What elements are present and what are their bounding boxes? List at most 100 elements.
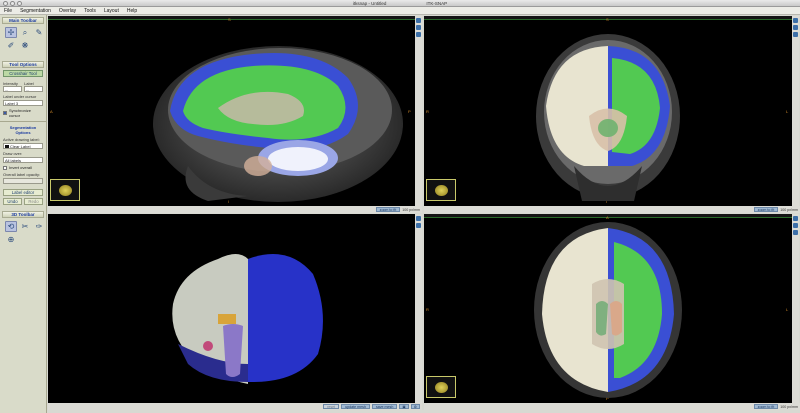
coronal-screenshot-icon[interactable] (793, 32, 798, 37)
coronal-thumbnail[interactable] (426, 179, 456, 201)
polygon-tool-button[interactable]: ✎ (33, 27, 45, 38)
active-label-select[interactable]: Clear Label (3, 143, 43, 149)
redo-button[interactable]: Redo (24, 198, 43, 205)
app-title: ITK-SNAP (426, 0, 448, 6)
polygon-icon: ✎ (35, 28, 43, 37)
draw-over-select[interactable]: All labels (3, 157, 43, 163)
crosshair-3d-icon: ⊕ (7, 235, 15, 244)
opacity-slider[interactable] (3, 178, 43, 184)
zoom-tool-button[interactable]: ⌕ (19, 27, 31, 38)
menu-tools[interactable]: Tools (84, 8, 96, 14)
label-field[interactable]: ... (24, 86, 43, 92)
main-toolbar: ✢ ⌕ ✎ ✐ ❋ (0, 25, 46, 53)
menu-layout[interactable]: Layout (104, 8, 119, 14)
menu-segmentation[interactable]: Segmentation (20, 8, 51, 14)
sagittal-zoom-value[interactable]: 100 px/mm (402, 208, 420, 212)
main-toolbar-header: Main Toolbar (2, 17, 44, 24)
menu-help[interactable]: Help (127, 8, 137, 14)
invert-label: Invert overall (9, 165, 32, 170)
sagittal-bottom-bar: zoom to fit 100 px/mm (48, 206, 422, 213)
axial-screenshot-icon[interactable] (793, 230, 798, 235)
3d-layout-icon[interactable] (416, 223, 421, 228)
label-under-cursor-heading: Label under cursor (3, 94, 37, 99)
3d-settings-icon[interactable]: ⚙ (410, 404, 420, 409)
axial-side-toolbar (792, 214, 799, 403)
segmentation-options-header: Segmentation Options (9, 125, 37, 135)
3d-render-view[interactable] (48, 214, 415, 403)
coronal-zoom-value[interactable]: 100 px/mm (780, 208, 798, 212)
spray-icon: ✑ (35, 222, 43, 231)
scalpel-icon: ✂ (21, 222, 29, 231)
coronal-layout-icon[interactable] (793, 25, 798, 30)
crosshair-icon: ✢ (7, 28, 15, 37)
sagittal-zoom-fit-button[interactable]: zoom to fit (375, 207, 401, 212)
3d-toolbar-header: 3D Toolbar (2, 211, 44, 218)
crosshair-tool-button[interactable]: ✢ (5, 27, 17, 38)
intensity-field[interactable]: ... (3, 86, 22, 92)
sagittal-layout-icon[interactable] (416, 25, 421, 30)
axial-zoom-value[interactable]: 100 px/mm (780, 405, 798, 409)
menu-file[interactable]: File (4, 8, 12, 14)
minimize-button[interactable] (10, 1, 15, 6)
axial-slice-image (534, 222, 682, 398)
label-color-swatch (5, 144, 9, 148)
checkbox-checked-icon (3, 111, 7, 115)
axial-bottom-bar: zoom to fit 100 px/mm (424, 403, 800, 410)
3d-toolbar: ⟲ ✂ ✑ ⊕ (0, 219, 46, 247)
menu-overlay[interactable]: Overlay (59, 8, 76, 14)
rotate-icon: ⟲ (7, 222, 15, 231)
checkbox-unchecked-icon (3, 165, 7, 170)
paintbrush-icon: ✐ (7, 41, 15, 50)
sagittal-screenshot-icon[interactable] (416, 32, 421, 37)
sagittal-side-toolbar (415, 16, 422, 206)
active-label-value: Clear Label (10, 143, 31, 149)
3d-expand-icon[interactable] (416, 216, 421, 221)
sync-cursor-checkbox[interactable]: Synchronize cursor (0, 108, 46, 118)
coronal-expand-icon[interactable] (793, 18, 798, 23)
coronal-view[interactable]: S I R L (424, 16, 792, 206)
3d-reset-button[interactable]: reset (323, 404, 340, 409)
coronal-slice-image (536, 34, 680, 201)
coronal-bottom-bar: zoom to fit 100 px/mm (424, 206, 800, 213)
sidebar-divider (0, 121, 46, 122)
3d-spray-tool-button[interactable]: ✑ (33, 221, 45, 232)
3d-save-mesh-button[interactable]: save mesh (371, 404, 398, 409)
3d-brain-surface (172, 254, 323, 384)
undo-button[interactable]: Undo (3, 198, 22, 205)
3d-side-toolbar (415, 214, 422, 403)
snake-tool-button[interactable]: ❋ (19, 40, 31, 51)
snake-icon: ❋ (21, 41, 29, 50)
3d-crosshair-tool-button[interactable]: ⊕ (5, 234, 17, 245)
sagittal-view[interactable]: S I A P (48, 16, 415, 206)
axial-thumbnail[interactable] (426, 376, 456, 398)
sagittal-expand-icon[interactable] (416, 18, 421, 23)
label-under-cursor-field: Label 3 (3, 100, 43, 106)
sagittal-thumbnail[interactable] (50, 179, 80, 201)
axial-expand-icon[interactable] (793, 216, 798, 221)
menu-bar: File Segmentation Overlay Tools Layout H… (0, 7, 800, 15)
close-button[interactable] (3, 1, 8, 6)
tool-options-header: Tool Options (2, 61, 44, 68)
coronal-side-toolbar (792, 16, 799, 206)
label-editor-button[interactable]: Label editor (3, 189, 43, 196)
3d-rotate-tool-button[interactable]: ⟲ (5, 221, 17, 232)
crosshair-mode-button[interactable]: Crosshair Tool (3, 70, 43, 77)
active-label-heading: Active drawing label: (3, 137, 40, 142)
window-controls[interactable] (3, 1, 22, 6)
3d-bottom-bar: reset update mesh save mesh ▣ ⚙ (48, 403, 422, 410)
draw-over-heading: Draw over: (3, 151, 23, 156)
paintbrush-tool-button[interactable]: ✐ (5, 40, 17, 51)
sync-cursor-label: Synchronize cursor (8, 108, 31, 118)
invert-checkbox[interactable]: Invert overall (0, 165, 46, 170)
3d-scalpel-tool-button[interactable]: ✂ (19, 221, 31, 232)
3d-update-mesh-button[interactable]: update mesh (341, 404, 370, 409)
coronal-zoom-fit-button[interactable]: zoom to fit (753, 207, 779, 212)
axial-layout-icon[interactable] (793, 223, 798, 228)
zoom-icon: ⌕ (22, 27, 28, 37)
window-titlebar: itksnap - Untitled ITK-SNAP (0, 0, 800, 7)
axial-zoom-fit-button[interactable]: zoom to fit (753, 404, 779, 409)
3d-camera-icon[interactable]: ▣ (399, 404, 409, 409)
zoom-button[interactable] (17, 1, 22, 6)
axial-view[interactable]: A P R L (424, 214, 792, 403)
window-title: itksnap - Untitled (352, 0, 387, 6)
